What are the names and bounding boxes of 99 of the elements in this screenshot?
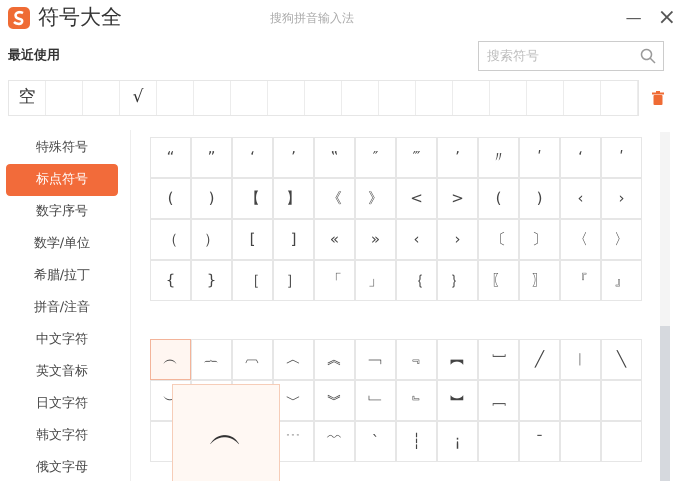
symbol-cell[interactable]: > (437, 178, 478, 219)
symbol-cell[interactable]: 〕 (519, 219, 560, 260)
symbol-cell[interactable]: ︽ (314, 339, 355, 380)
symbol-cell[interactable]: ︱ (560, 339, 601, 380)
symbol-cell[interactable]: ) (519, 178, 560, 219)
symbol-cell[interactable] (601, 421, 642, 462)
symbol-cell[interactable]: 〔 (478, 219, 519, 260)
logo-icon (8, 7, 30, 29)
symbol-cell[interactable]: ｛ (396, 260, 437, 301)
symbol-cell[interactable]: › (601, 178, 642, 219)
symbol-cell[interactable]: } (191, 260, 232, 301)
symbol-cell[interactable]: ﹌ (314, 421, 355, 462)
search-icon[interactable] (640, 48, 656, 64)
symbol-cell[interactable]: ) (191, 178, 232, 219)
symbol-cell[interactable]: （ (150, 219, 191, 260)
symbol-cell[interactable]: 》 (355, 178, 396, 219)
symbol-cell[interactable]: ｝ (437, 260, 478, 301)
symbol-cell[interactable]: < (396, 178, 437, 219)
symbol-cell[interactable]: ( (150, 178, 191, 219)
search-field[interactable]: 搜索符号 (478, 41, 664, 71)
close-button[interactable]: × (658, 7, 676, 29)
symbol-cell[interactable]: 〈 (560, 219, 601, 260)
symbol-cell[interactable]: ( (478, 178, 519, 219)
symbol-cell[interactable]: ″ (355, 137, 396, 178)
app-name: 搜狗拼音输入法 (270, 10, 354, 27)
symbol-cell[interactable]: ︼ (437, 380, 478, 421)
category-tab[interactable]: 英文音标 (6, 356, 118, 388)
symbol-cell[interactable]: « (314, 219, 355, 260)
symbol-cell[interactable]: ︾ (314, 380, 355, 421)
symbol-cell[interactable]: ‘ (232, 137, 273, 178)
symbol-cell[interactable]: 〉 (601, 219, 642, 260)
symbol-cell[interactable]: ︻ (437, 339, 478, 380)
symbol-cell[interactable]: ˉ (519, 421, 560, 462)
symbol-cell[interactable]: ︹ (232, 339, 273, 380)
symbol-cell[interactable]: ［ (232, 260, 273, 301)
symbol-cell[interactable]: 』 (601, 260, 642, 301)
symbol-cell[interactable]: ） (191, 219, 232, 260)
symbol-cell[interactable]: ﹇ (478, 339, 519, 380)
symbol-cell[interactable]: 《 (314, 178, 355, 219)
symbol-cell[interactable]: ʼ (437, 137, 478, 178)
symbol-cell[interactable]: ʹ (519, 137, 560, 178)
symbol-cell[interactable]: ’ (273, 137, 314, 178)
symbol-cell[interactable]: ” (191, 137, 232, 178)
symbol-cell[interactable]: 「 (314, 260, 355, 301)
symbol-cell[interactable]: ╱ (519, 339, 560, 380)
category-tab[interactable]: 数字序号 (6, 196, 118, 228)
symbol-cell[interactable]: ︿ (273, 339, 314, 380)
symbol-cell[interactable]: 】 (273, 178, 314, 219)
category-tab[interactable]: 拼音/注音 (6, 292, 118, 324)
symbol-cell[interactable]: » (355, 219, 396, 260)
symbol-cell[interactable]: { (150, 260, 191, 301)
minimize-button[interactable]: — (626, 6, 642, 30)
trash-icon[interactable] (652, 91, 664, 105)
recent-symbol-cell[interactable]: √ (120, 81, 157, 115)
symbol-cell[interactable]: 『 (560, 260, 601, 301)
symbol-cell[interactable] (478, 421, 519, 462)
category-tab[interactable]: 中文字符 (6, 324, 118, 356)
symbol-cell[interactable]: 〖 (478, 260, 519, 301)
symbol-cell[interactable] (560, 380, 601, 421)
symbol-cell[interactable]: [ (232, 219, 273, 260)
category-tab[interactable]: 希腊/拉丁 (6, 260, 118, 292)
symbol-cell[interactable]: ‹ (396, 219, 437, 260)
symbol-cell[interactable]: ┆ (396, 421, 437, 462)
symbol-cell[interactable] (519, 380, 560, 421)
symbol-cell[interactable]: 〃 (478, 137, 519, 178)
symbol-cell[interactable]: ‹ (560, 178, 601, 219)
symbol-cell[interactable]: ﹁ (355, 339, 396, 380)
category-tab[interactable]: 韩文字符 (6, 420, 118, 452)
symbol-cell[interactable]: ﹃ (396, 339, 437, 380)
category-tab[interactable]: 数学/单位 (6, 228, 118, 260)
symbol-cell[interactable]: 【 (232, 178, 273, 219)
symbol-preview-tooltip: ︵ (172, 384, 280, 481)
symbol-cell[interactable]: ︵ (150, 339, 191, 380)
symbol-cell[interactable]: “ (150, 137, 191, 178)
recent-symbol-cell[interactable]: 空 (9, 81, 46, 115)
category-tab[interactable]: 日文字符 (6, 388, 118, 420)
symbol-cell[interactable]: › (437, 219, 478, 260)
symbol-cell[interactable]: ］ (273, 260, 314, 301)
recent-label: 最近使用 (8, 47, 60, 66)
category-tab[interactable]: 俄文字母 (6, 452, 118, 481)
symbol-cell[interactable]: ʹ (601, 137, 642, 178)
symbol-cell[interactable]: ﹂ (355, 380, 396, 421)
symbol-cell[interactable]: ︷ (191, 339, 232, 380)
scrollbar[interactable] (660, 132, 670, 481)
symbol-cell[interactable]: ˋ (355, 421, 396, 462)
symbol-cell[interactable]: ʻ (560, 137, 601, 178)
category-tab[interactable]: 特殊符号 (6, 132, 118, 164)
symbol-cell[interactable]: 」 (355, 260, 396, 301)
symbol-cell[interactable]: 〗 (519, 260, 560, 301)
symbol-cell[interactable]: ﹄ (396, 380, 437, 421)
symbol-cell[interactable]: ﹈ (478, 380, 519, 421)
symbol-cell[interactable] (601, 380, 642, 421)
symbol-cell[interactable]: ‴ (396, 137, 437, 178)
symbol-cell[interactable] (560, 421, 601, 462)
symbol-cell[interactable]: ╲ (601, 339, 642, 380)
symbol-cell[interactable]: ¡ (437, 421, 478, 462)
symbol-cell[interactable]: ‟ (314, 137, 355, 178)
symbol-cell[interactable]: ] (273, 219, 314, 260)
window-title: 符号大全 (38, 4, 122, 32)
